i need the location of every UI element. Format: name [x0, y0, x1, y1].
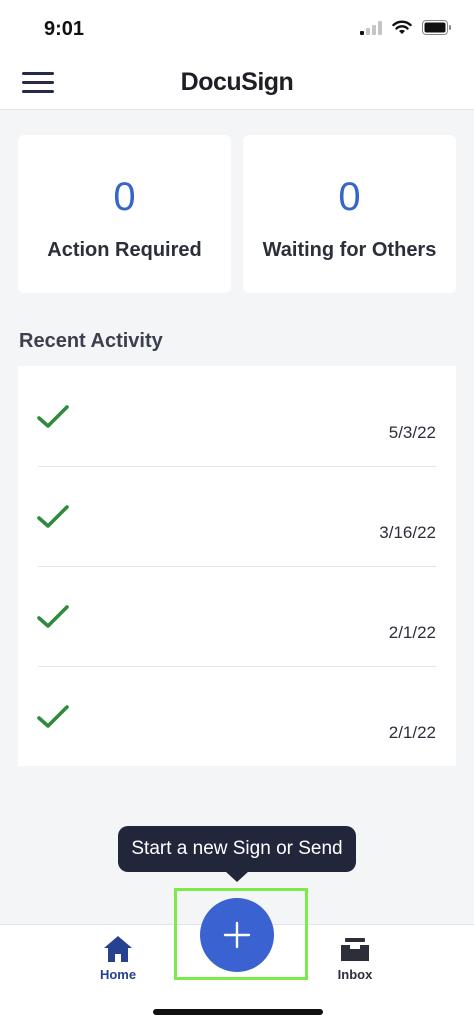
brand-logo: DocuSign: [180, 68, 294, 96]
waiting-for-others-count: 0: [338, 175, 361, 219]
home-indicator: [153, 1009, 323, 1015]
status-time: 9:01: [44, 18, 85, 40]
cellular-signal-icon: [360, 20, 382, 35]
status-icons: [360, 20, 452, 35]
activity-date: 5/3/22: [388, 423, 436, 442]
battery-icon: [422, 20, 451, 35]
waiting-for-others-label: Waiting for Others: [262, 239, 437, 261]
check-icon: [37, 605, 69, 628]
plus-icon: [223, 921, 251, 949]
check-icon: [37, 505, 69, 528]
activity-date: 3/16/22: [379, 523, 436, 542]
new-sign-or-send-button[interactable]: [200, 898, 274, 972]
wifi-icon: [392, 20, 412, 34]
tab-inbox[interactable]: Inbox: [320, 935, 390, 982]
activity-item[interactable]: 5/3/22: [18, 366, 456, 466]
action-required-count: 0: [113, 175, 136, 219]
activity-date: 2/1/22: [388, 623, 436, 642]
tab-home-label: Home: [99, 967, 137, 982]
check-icon: [37, 705, 69, 728]
recent-activity-list: 5/3/22 3/16/22 2/1/22 2/1/22: [18, 366, 456, 766]
inbox-icon: [341, 938, 369, 961]
activity-item[interactable]: 2/1/22: [18, 666, 456, 766]
status-bar: 9:01: [0, 0, 474, 56]
app-header: DocuSign: [0, 56, 474, 110]
tab-inbox-label: Inbox: [337, 967, 373, 982]
waiting-for-others-card[interactable]: 0 Waiting for Others: [243, 135, 456, 293]
start-new-tooltip: Start a new Sign or Send: [118, 826, 356, 882]
action-required-label: Action Required: [47, 239, 202, 261]
activity-item[interactable]: 2/1/22: [18, 566, 456, 666]
recent-activity-title: Recent Activity: [19, 330, 163, 352]
tab-home[interactable]: Home: [83, 935, 153, 982]
activity-item[interactable]: 3/16/22: [18, 466, 456, 566]
action-required-card[interactable]: 0 Action Required: [18, 135, 231, 293]
check-icon: [37, 405, 69, 428]
activity-date: 2/1/22: [388, 723, 436, 742]
home-icon: [104, 936, 132, 962]
